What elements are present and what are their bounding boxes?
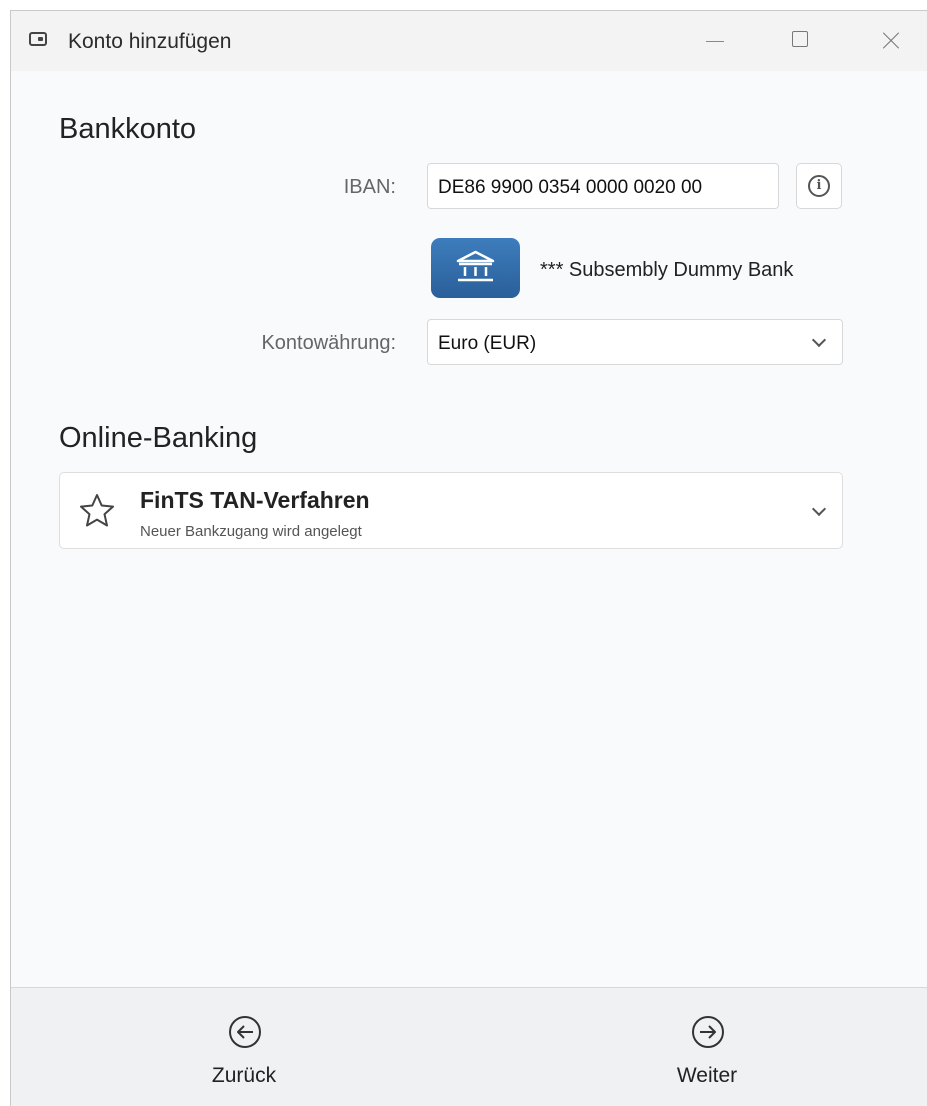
iban-label: IBAN: (343, 176, 396, 198)
window-title: Konto hinzufügen (68, 30, 232, 53)
title-bar: Konto hinzufügen (11, 11, 927, 71)
iban-field[interactable]: DE86 9900 0354 0000 0020 00 (427, 163, 779, 209)
dialog-window: Konto hinzufügen Bankkonto IBAN: DE86 99… (10, 10, 927, 1106)
next-label: Weiter (676, 1064, 738, 1087)
app-window-icon (29, 32, 47, 46)
arrow-left-circle-icon (229, 1016, 261, 1048)
footer-bar: Zurück Weiter (11, 987, 927, 1106)
tan-method-selector[interactable]: FinTS TAN-Verfahren Neuer Bankzugang wir… (59, 472, 843, 549)
maximize-icon[interactable] (781, 23, 821, 59)
currency-label: Kontowährung: (261, 332, 396, 354)
next-button[interactable]: Weiter (637, 988, 777, 1106)
currency-value: Euro (EUR) (438, 333, 537, 354)
iban-value: DE86 9900 0354 0000 0020 00 (438, 177, 703, 198)
chevron-down-icon (811, 332, 827, 348)
minimize-icon[interactable] (696, 23, 736, 59)
iban-info-button[interactable]: i (796, 163, 842, 209)
currency-select[interactable]: Euro (EUR) (427, 319, 843, 365)
bank-name: *** Subsembly Dummy Bank (540, 259, 794, 281)
tan-method-title: FinTS TAN-Verfahren (140, 487, 370, 513)
bank-button[interactable] (431, 238, 520, 298)
info-icon: i (808, 175, 830, 197)
back-button[interactable]: Zurück (174, 988, 314, 1106)
back-label: Zurück (211, 1064, 277, 1087)
bankkonto-heading: Bankkonto (59, 113, 197, 145)
online-banking-heading: Online-Banking (59, 422, 258, 454)
star-icon (80, 494, 114, 527)
close-icon[interactable] (871, 23, 911, 59)
bank-icon (456, 250, 495, 282)
tan-method-subtitle: Neuer Bankzugang wird angelegt (140, 523, 362, 540)
arrow-right-circle-icon (692, 1016, 724, 1048)
chevron-down-icon (811, 501, 827, 517)
